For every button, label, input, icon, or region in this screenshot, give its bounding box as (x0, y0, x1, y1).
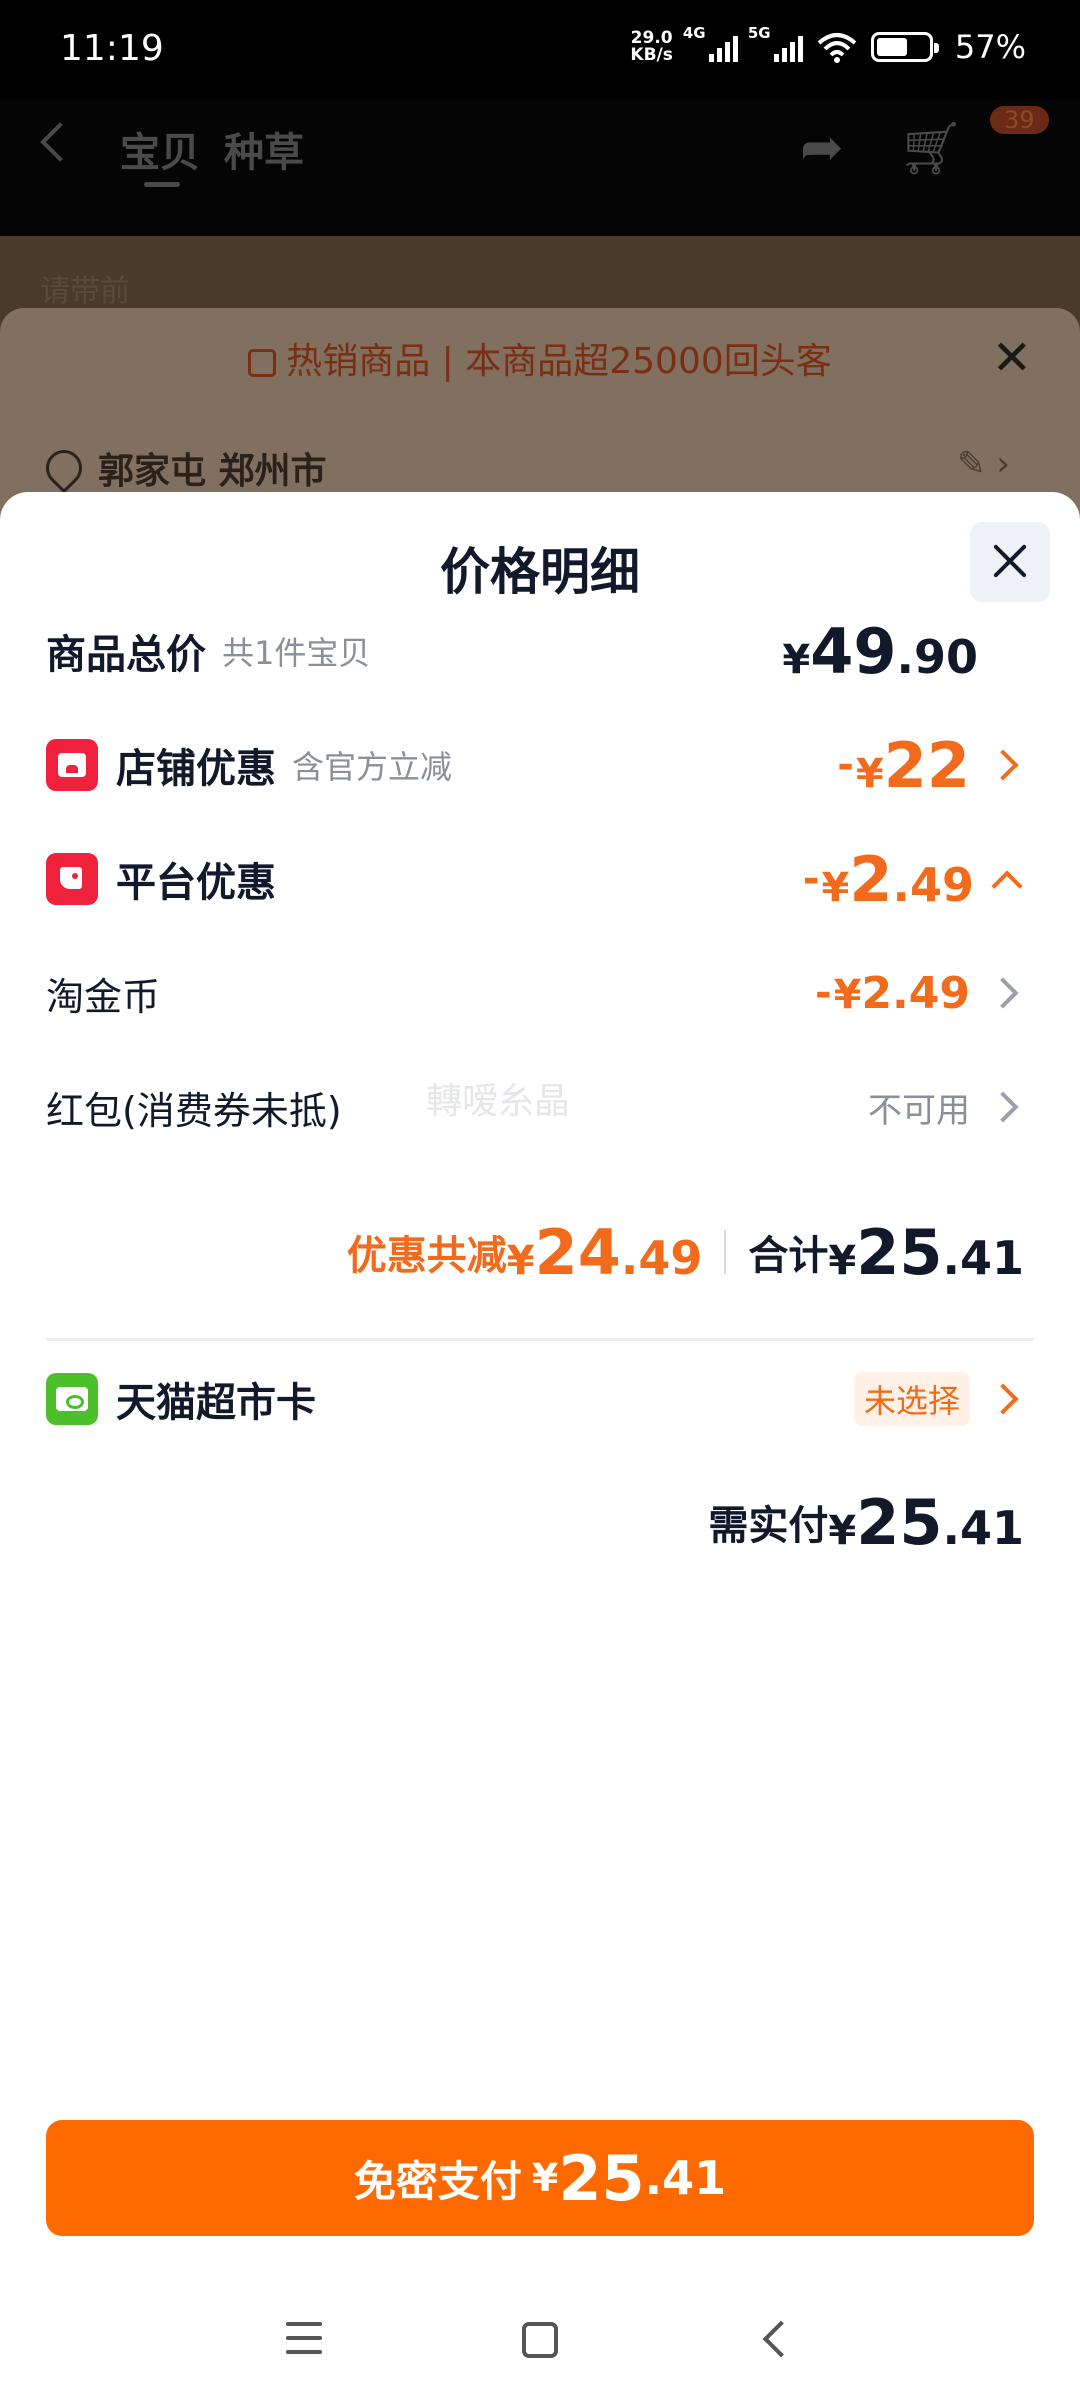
order-sheet-close-icon[interactable]: ✕ (992, 330, 1032, 386)
menu-icon[interactable] (286, 2322, 322, 2354)
red-packet-label: 红包(消费券未抵) (46, 1088, 342, 1133)
total-price-row: 商品总价 共1件宝贝 ¥49.90 (46, 614, 1034, 688)
summary-divider (724, 1230, 727, 1274)
shop-icon (46, 739, 98, 791)
cart-icon[interactable]: 🛒︎ (898, 118, 964, 179)
tmall-card-row[interactable]: 天猫超市卡 未选择 (46, 1364, 1034, 1434)
status-time: 11:19 (60, 28, 164, 69)
image-caption: 请带前 (40, 274, 130, 309)
back-nav-icon[interactable] (762, 2320, 800, 2358)
tmall-card-label: 天猫超市卡 (116, 1380, 316, 1426)
system-nav-bar (0, 2290, 1080, 2400)
red-packet-value: 不可用 (868, 1072, 1034, 1142)
share-icon[interactable]: ➦ (800, 118, 844, 178)
shop-discount-note: 含官方立减 (292, 748, 453, 786)
modal-close-button[interactable] (970, 522, 1050, 602)
shop-discount-label: 店铺优惠 (116, 746, 276, 792)
total-price-value: ¥49.90 (782, 614, 978, 688)
edit-address-icon[interactable]: ✎ › (957, 444, 1010, 484)
cart-badge: 39 (990, 106, 1049, 134)
back-icon[interactable] (40, 122, 80, 162)
location-pin-icon (38, 442, 90, 494)
item-count: 共1件宝贝 (222, 634, 371, 672)
net-speed: 29.0 KB/s (630, 28, 673, 65)
delivery-address[interactable]: 郭家屯 郑州市 (38, 442, 327, 494)
wifi-icon (817, 33, 857, 63)
platform-discount-value: - ¥2.49 (803, 843, 1034, 916)
amount-due-value: ¥25.41 (828, 1485, 1024, 1559)
subtotal-value: ¥25.41 (828, 1215, 1024, 1289)
tag-icon (46, 853, 98, 905)
chevron-up-icon (991, 870, 1023, 902)
coins-value: - ¥2.49 (815, 958, 1034, 1028)
shop-discount-row[interactable]: 店铺优惠 含官方立减 - ¥22 (46, 729, 1034, 802)
hot-sale-banner: 热销商品 | 本商品超25000回头客 (0, 332, 1080, 384)
price-detail-modal: 价格明细 商品总价 共1件宝贝 ¥49.90 店铺优惠 含官方立减 - ¥22 … (0, 492, 1080, 2400)
unselected-badge: 未选择 (853, 1372, 970, 1426)
platform-discount-label: 平台优惠 (116, 860, 276, 906)
section-divider (46, 1338, 1034, 1341)
home-icon[interactable] (522, 2322, 558, 2358)
price-summary: 优惠共减 ¥24.49 合计 ¥25.41 (347, 1212, 1024, 1292)
signal-4g-icon: 4G (683, 24, 738, 62)
tmall-card-status: 未选择 (853, 1364, 1034, 1434)
chevron-right-icon (987, 1091, 1019, 1123)
product-nav-bar: 宝贝 种草 ➦ 🛒︎ 39 (0, 100, 1080, 236)
coins-label: 淘金币 (46, 974, 161, 1019)
total-price-label: 商品总价 (46, 632, 206, 678)
subtotal-label: 合计 (748, 1233, 829, 1279)
amount-due: 需实付 ¥25.41 (708, 1482, 1024, 1562)
platform-discount-row[interactable]: 平台优惠 - ¥2.49 (46, 843, 1034, 916)
shop-discount-value: - ¥22 (837, 729, 1034, 802)
chevron-right-icon (987, 977, 1019, 1009)
tab-indicator (144, 182, 180, 187)
red-packet-row[interactable]: 红包(消费券未抵) 轉嗳糸晶 不可用 (46, 1072, 1034, 1142)
supermarket-card-icon (46, 1373, 98, 1425)
tab-baobei[interactable]: 宝贝 (120, 120, 200, 178)
total-discount-label: 优惠共减 (346, 1233, 507, 1279)
status-icons: 29.0 KB/s 4G 5G 57% (630, 24, 1026, 66)
watermark-text: 轉嗳糸晶 (426, 1081, 571, 1122)
modal-title: 价格明细 (440, 543, 640, 601)
amount-due-label: 需实付 (708, 1503, 829, 1549)
pay-button[interactable]: 免密支付 ¥25.41 (46, 2120, 1034, 2236)
status-bar: 11:19 29.0 KB/s 4G 5G 57% (0, 0, 1080, 100)
chevron-right-icon (987, 1383, 1019, 1415)
tab-zhongcao[interactable]: 种草 (224, 120, 304, 178)
battery-percent: 57% (954, 28, 1026, 66)
coins-row[interactable]: 淘金币 - ¥2.49 (46, 958, 1034, 1028)
chevron-right-icon (987, 749, 1019, 781)
total-discount-value: ¥24.49 (506, 1215, 703, 1289)
bag-icon (248, 349, 277, 377)
signal-5g-icon: 5G (748, 24, 803, 62)
battery-icon (870, 32, 939, 62)
